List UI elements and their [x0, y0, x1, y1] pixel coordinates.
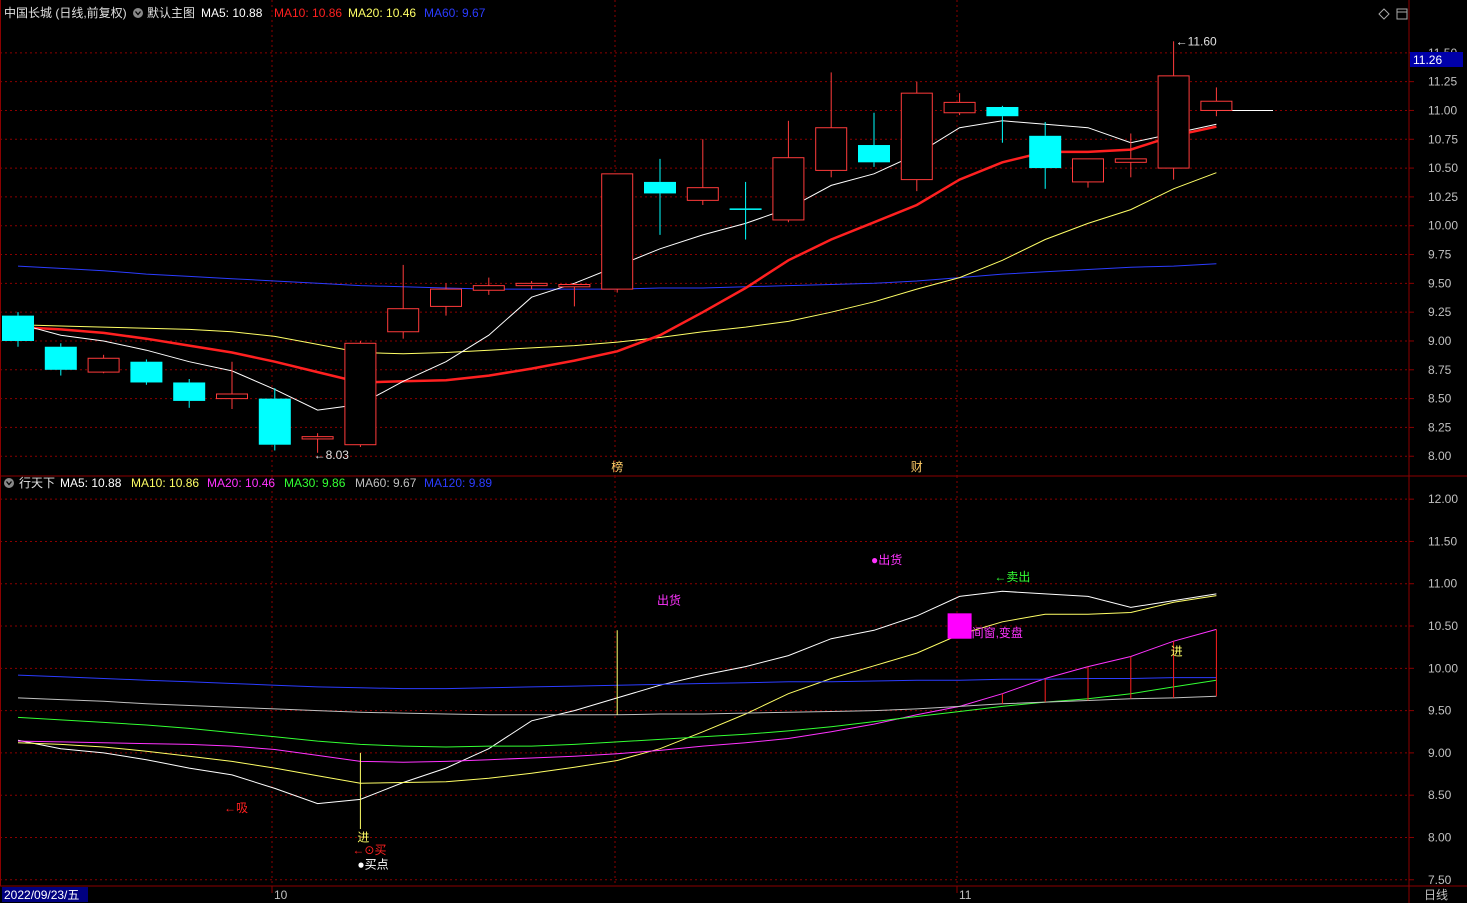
y-tick-label: 12.00	[1428, 492, 1458, 506]
candle	[472, 277, 505, 295]
change-window-block	[947, 613, 972, 639]
sub-title: 行天下	[19, 476, 55, 490]
candle	[2, 312, 34, 347]
y-tick-label: 8.00	[1428, 449, 1452, 463]
candle	[87, 354, 120, 374]
candle	[44, 343, 77, 376]
candle	[515, 281, 548, 290]
y-tick-label: 8.25	[1428, 420, 1452, 434]
sub-ma10: MA10: 10.86	[131, 476, 199, 490]
y-tick-label: 10.50	[1428, 161, 1458, 175]
y-tick-label: 11.00	[1428, 577, 1457, 591]
candle	[686, 139, 719, 205]
sub-indicator-dropdown[interactable]: 行天下	[4, 476, 55, 490]
y-tick-label: 8.50	[1428, 392, 1452, 406]
y-tick-label: 7.50	[1428, 873, 1452, 887]
y-tick-label: 11.50	[1428, 534, 1457, 548]
candle	[815, 72, 848, 178]
main-ma5: MA5: 10.88	[201, 6, 263, 20]
signal-label: 间窗,变盘	[972, 625, 1023, 640]
chart-annotation: ←11.60	[1176, 34, 1217, 48]
candle	[173, 379, 206, 408]
candle	[130, 359, 163, 385]
sub-grid	[0, 476, 1409, 886]
candle	[1157, 41, 1190, 180]
candle	[258, 388, 291, 451]
chart-canvas[interactable]: 11.50 11.25 11.00 10.75 10.50 10.25 10.00 9.75 9…	[0, 0, 1467, 903]
signal-label: ●买点	[357, 858, 388, 872]
sub-header: 行天下 MA5: 10.88 MA10: 10.86 MA20: 10.46 M…	[4, 476, 492, 490]
window-icon[interactable]	[1396, 8, 1408, 20]
candle	[387, 264, 420, 339]
main-ma10: MA10: 10.86	[274, 6, 342, 20]
chart-annotation: ←8.03	[314, 448, 350, 462]
candle	[943, 93, 976, 116]
sub-ma20: MA20: 10.46	[207, 476, 275, 490]
candle	[601, 173, 634, 293]
candle	[986, 105, 1019, 143]
sub-ma30: MA30: 9.86	[284, 476, 346, 490]
sub-ma120: MA120: 9.89	[424, 476, 492, 490]
month-label-11: 11	[959, 888, 972, 902]
sub-y-axis: 12.00 11.50 11.00 10.50 10.00 9.50 9.00 8.50 8.0…	[1409, 492, 1458, 887]
main-grid	[0, 0, 1409, 476]
time-axis: 2022/09/23/五 10 11 日线	[2, 886, 1448, 902]
last-price-box: 11.26	[1410, 52, 1463, 67]
signal-label: ←卖出	[994, 570, 1030, 584]
chart-annotation: 榜	[611, 459, 623, 474]
y-tick-label: 9.00	[1428, 334, 1452, 348]
candle	[772, 120, 805, 223]
candle	[1200, 87, 1233, 117]
date-cursor-label: 2022/09/23/五	[4, 888, 79, 902]
main-title: 中国长城 (日线,前复权)	[4, 5, 127, 20]
diamond-icon[interactable]	[1378, 8, 1390, 20]
candle	[858, 112, 890, 167]
svg-text:11.26: 11.26	[1413, 53, 1442, 67]
y-tick-label: 10.50	[1428, 619, 1458, 633]
candle	[344, 340, 377, 448]
frame	[0, 0, 1467, 903]
y-tick-label: 11.25	[1428, 75, 1457, 89]
y-tick-label: 8.75	[1428, 363, 1452, 377]
signal-label: ●出货	[871, 552, 902, 567]
sub-annotations: ←吸进←⊙买●买点出货●出货←卖出间窗,变盘进	[224, 552, 1183, 872]
main-indicator-label: 默认主图	[147, 5, 195, 20]
y-tick-label: 10.75	[1428, 132, 1458, 146]
period-label[interactable]: 日线	[1424, 888, 1448, 902]
candle	[558, 283, 591, 307]
chart-annotation: 财	[911, 460, 923, 474]
y-tick-label: 9.00	[1428, 746, 1452, 760]
y-tick-label: 10.00	[1428, 661, 1458, 675]
signal-label: ←吸	[224, 801, 248, 815]
candle	[900, 81, 933, 192]
y-tick-label: 10.25	[1428, 190, 1458, 204]
signal-label: 出货	[657, 593, 681, 608]
sub-ma5: MA5: 10.88	[60, 476, 122, 490]
y-tick-label: 9.50	[1428, 276, 1452, 290]
main-ma60: MA60: 9.67	[424, 6, 486, 20]
circle-chevron-down-icon	[133, 8, 143, 18]
y-tick-label: 8.00	[1428, 830, 1452, 844]
y-tick-label: 9.25	[1428, 305, 1452, 319]
candle	[729, 181, 762, 240]
candle	[1029, 121, 1062, 189]
sub-signal-bars	[359, 613, 1217, 830]
sub-ma60: MA60: 9.67	[355, 476, 417, 490]
candlesticks	[2, 41, 1233, 453]
y-tick-label: 10.00	[1428, 219, 1458, 233]
circle-chevron-down-icon	[4, 478, 14, 488]
y-tick-label: 9.50	[1428, 704, 1452, 718]
main-header: 中国长城 (日线,前复权) 默认主图 MA5: 10.88 MA10: 10.8…	[4, 5, 486, 20]
y-tick-label: 9.75	[1428, 248, 1452, 262]
signal-label: ←⊙买	[352, 843, 386, 857]
y-tick-label: 11.00	[1428, 103, 1457, 117]
main-y-axis: 11.5011.2511.0010.7510.5010.2510.009.759…	[1409, 46, 1458, 463]
main-ma-lines	[17, 109, 1273, 411]
main-indicator-dropdown[interactable]: 默认主图	[133, 5, 195, 20]
candle	[1072, 158, 1104, 188]
y-tick-label: 8.50	[1428, 788, 1452, 802]
month-label-10: 10	[274, 888, 288, 902]
main-ma20: MA20: 10.46	[348, 6, 416, 20]
signal-label: 进	[1171, 644, 1183, 658]
